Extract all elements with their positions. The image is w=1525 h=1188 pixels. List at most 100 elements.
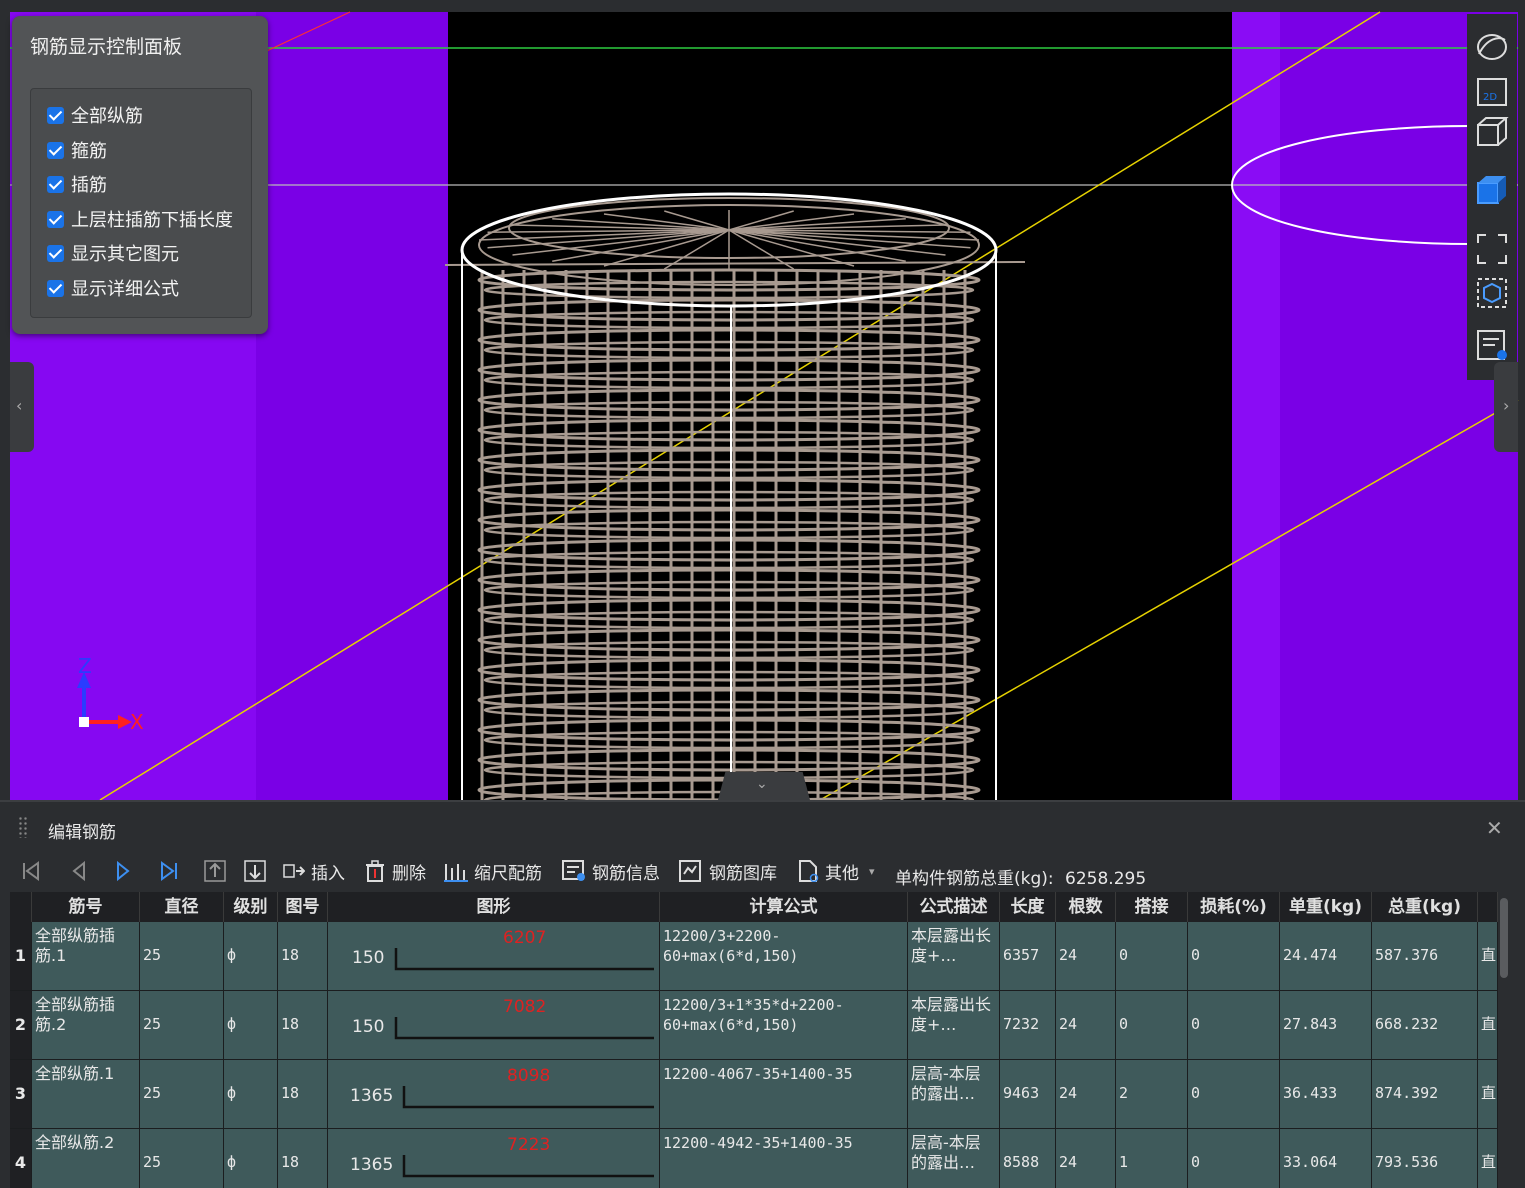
col-figure-no[interactable]: 图号	[278, 892, 328, 922]
rebar-library-button[interactable]: 钢筋图库	[679, 858, 777, 884]
shape-main-length[interactable]: 7082	[503, 997, 546, 1017]
last-record-icon[interactable]	[158, 860, 180, 882]
collapse-bottom-panel[interactable]: ⌄	[718, 772, 810, 800]
cell-count[interactable]: 24	[1056, 1129, 1116, 1188]
cell-shape[interactable]: 1365 8098	[328, 1060, 660, 1129]
cell-length[interactable]: 6357	[1000, 922, 1056, 991]
cell-loss[interactable]: 0	[1188, 1060, 1280, 1129]
table-row[interactable]: 2 全部纵筋插筋.2 25 ф 18 150 7082 12200/3+1*35*d+2200…	[10, 991, 1498, 1060]
cell-formula[interactable]: 12200-4067-35+1400-35	[660, 1060, 908, 1129]
col-unit-weight[interactable]: 单重(kg)	[1280, 892, 1372, 922]
cell-dia[interactable]: 25	[140, 922, 224, 991]
cell-total[interactable]: 874.392	[1372, 1060, 1478, 1129]
cell-desc[interactable]: 层高-本层的露出…	[908, 1129, 1000, 1188]
cell-lap[interactable]: 0	[1116, 991, 1188, 1060]
row-number[interactable]: 1	[10, 922, 32, 991]
cell-name[interactable]: 全部纵筋插筋.1	[32, 922, 140, 991]
cell-more[interactable]: 直	[1478, 991, 1498, 1060]
cell-grade[interactable]: ф	[224, 991, 278, 1060]
col-count[interactable]: 根数	[1056, 892, 1116, 922]
fit-view-icon[interactable]	[1475, 232, 1509, 266]
shape-main-length[interactable]: 8098	[507, 1066, 550, 1086]
option-upper-dowel-length[interactable]: 上层柱插筋下插长度	[47, 206, 233, 232]
cell-dia[interactable]: 25	[140, 991, 224, 1060]
row-number[interactable]: 3	[10, 1060, 32, 1129]
cell-shape[interactable]: 150 6207	[328, 922, 660, 991]
shape-main-length[interactable]: 7223	[507, 1135, 550, 1155]
delete-button[interactable]: 删除	[364, 858, 426, 884]
cell-loss[interactable]: 0	[1188, 991, 1280, 1060]
option-show-detailed-formula[interactable]: 显示详细公式	[47, 275, 179, 301]
cell-formula[interactable]: 12200-4942-35+1400-35	[660, 1129, 908, 1188]
first-record-icon[interactable]	[20, 860, 42, 882]
cell-unit[interactable]: 33.064	[1280, 1129, 1372, 1188]
prev-record-icon[interactable]	[68, 860, 90, 882]
cell-count[interactable]: 24	[1056, 991, 1116, 1060]
select-box-icon[interactable]	[1475, 276, 1509, 310]
col-loss[interactable]: 损耗(%)	[1188, 892, 1280, 922]
cell-unit[interactable]: 27.843	[1280, 991, 1372, 1060]
insert-button[interactable]: 插入	[283, 858, 345, 884]
shape-main-length[interactable]: 6207	[503, 928, 546, 948]
cell-length[interactable]: 7232	[1000, 991, 1056, 1060]
cell-more[interactable]: 直	[1478, 1129, 1498, 1188]
cell-shape[interactable]: 1365 7223	[328, 1129, 660, 1188]
move-down-icon[interactable]	[244, 860, 266, 882]
cell-lap[interactable]: 1	[1116, 1129, 1188, 1188]
cell-grade[interactable]: ф	[224, 1129, 278, 1188]
next-record-icon[interactable]	[112, 860, 134, 882]
cell-unit[interactable]: 36.433	[1280, 1060, 1372, 1129]
checkbox-icon[interactable]	[47, 244, 64, 262]
cell-grade[interactable]: ф	[224, 922, 278, 991]
cell-formula[interactable]: 12200/3+1*35*d+2200-60+max(6*d,150)	[660, 991, 908, 1060]
other-menu-button[interactable]: 其他 ▾	[797, 858, 875, 884]
orbit-icon[interactable]	[1475, 30, 1509, 64]
row-number[interactable]: 4	[10, 1129, 32, 1188]
cell-desc[interactable]: 本层露出长度+…	[908, 922, 1000, 991]
table-row[interactable]: 4 全部纵筋.2 25 ф 18 1365 7223 12200-4942-35+1400-3…	[10, 1129, 1498, 1188]
table-row[interactable]: 1 全部纵筋插筋.1 25 ф 18 150 6207 12200/3+2200-60+max…	[10, 922, 1498, 991]
option-show-other-elements[interactable]: 显示其它图元	[47, 240, 179, 266]
col-lap[interactable]: 搭接	[1116, 892, 1188, 922]
cell-total[interactable]: 587.376	[1372, 922, 1478, 991]
col-length[interactable]: 长度	[1000, 892, 1056, 922]
move-up-icon[interactable]	[204, 860, 226, 882]
checkbox-icon[interactable]	[47, 141, 64, 159]
cell-grade[interactable]: ф	[224, 1060, 278, 1129]
cell-total[interactable]: 793.536	[1372, 1129, 1478, 1188]
cell-shape[interactable]: 150 7082	[328, 991, 660, 1060]
3d-solid-view-icon[interactable]	[1475, 174, 1509, 208]
cell-lap[interactable]: 2	[1116, 1060, 1188, 1129]
report-icon[interactable]	[1475, 328, 1509, 362]
close-icon[interactable]: ✕	[1486, 816, 1503, 840]
cell-fig[interactable]: 18	[278, 991, 328, 1060]
cell-count[interactable]: 24	[1056, 922, 1116, 991]
vertical-scrollbar[interactable]	[1500, 898, 1508, 978]
col-formula-desc[interactable]: 公式描述	[908, 892, 1000, 922]
cell-fig[interactable]: 18	[278, 1060, 328, 1129]
cell-dia[interactable]: 25	[140, 1129, 224, 1188]
checkbox-icon[interactable]	[47, 279, 64, 297]
cell-lap[interactable]: 0	[1116, 922, 1188, 991]
cell-name[interactable]: 全部纵筋插筋.2	[32, 991, 140, 1060]
col-grade[interactable]: 级别	[224, 892, 278, 922]
cell-more[interactable]: 直	[1478, 922, 1498, 991]
cell-name[interactable]: 全部纵筋.1	[32, 1060, 140, 1129]
table-row[interactable]: 3 全部纵筋.1 25 ф 18 1365 8098 12200-4067-35+1400-3…	[10, 1060, 1498, 1129]
cell-total[interactable]: 668.232	[1372, 991, 1478, 1060]
cell-loss[interactable]: 0	[1188, 1129, 1280, 1188]
rebar-info-button[interactable]: 钢筋信息	[562, 858, 660, 884]
cell-fig[interactable]: 18	[278, 1129, 328, 1188]
cell-length[interactable]: 9463	[1000, 1060, 1056, 1129]
checkbox-icon[interactable]	[47, 106, 64, 124]
cell-dia[interactable]: 25	[140, 1060, 224, 1129]
col-formula[interactable]: 计算公式	[660, 892, 908, 922]
col-rebar-no[interactable]: 筋号	[32, 892, 140, 922]
3d-view-icon[interactable]	[1475, 116, 1509, 150]
drag-handle-icon[interactable]	[18, 816, 28, 838]
col-total-weight[interactable]: 总重(kg)	[1372, 892, 1478, 922]
left-panel-toggle[interactable]: ‹	[10, 362, 34, 452]
cell-desc[interactable]: 本层露出长度+…	[908, 991, 1000, 1060]
option-stirrup[interactable]: 箍筋	[47, 137, 107, 163]
cell-fig[interactable]: 18	[278, 922, 328, 991]
